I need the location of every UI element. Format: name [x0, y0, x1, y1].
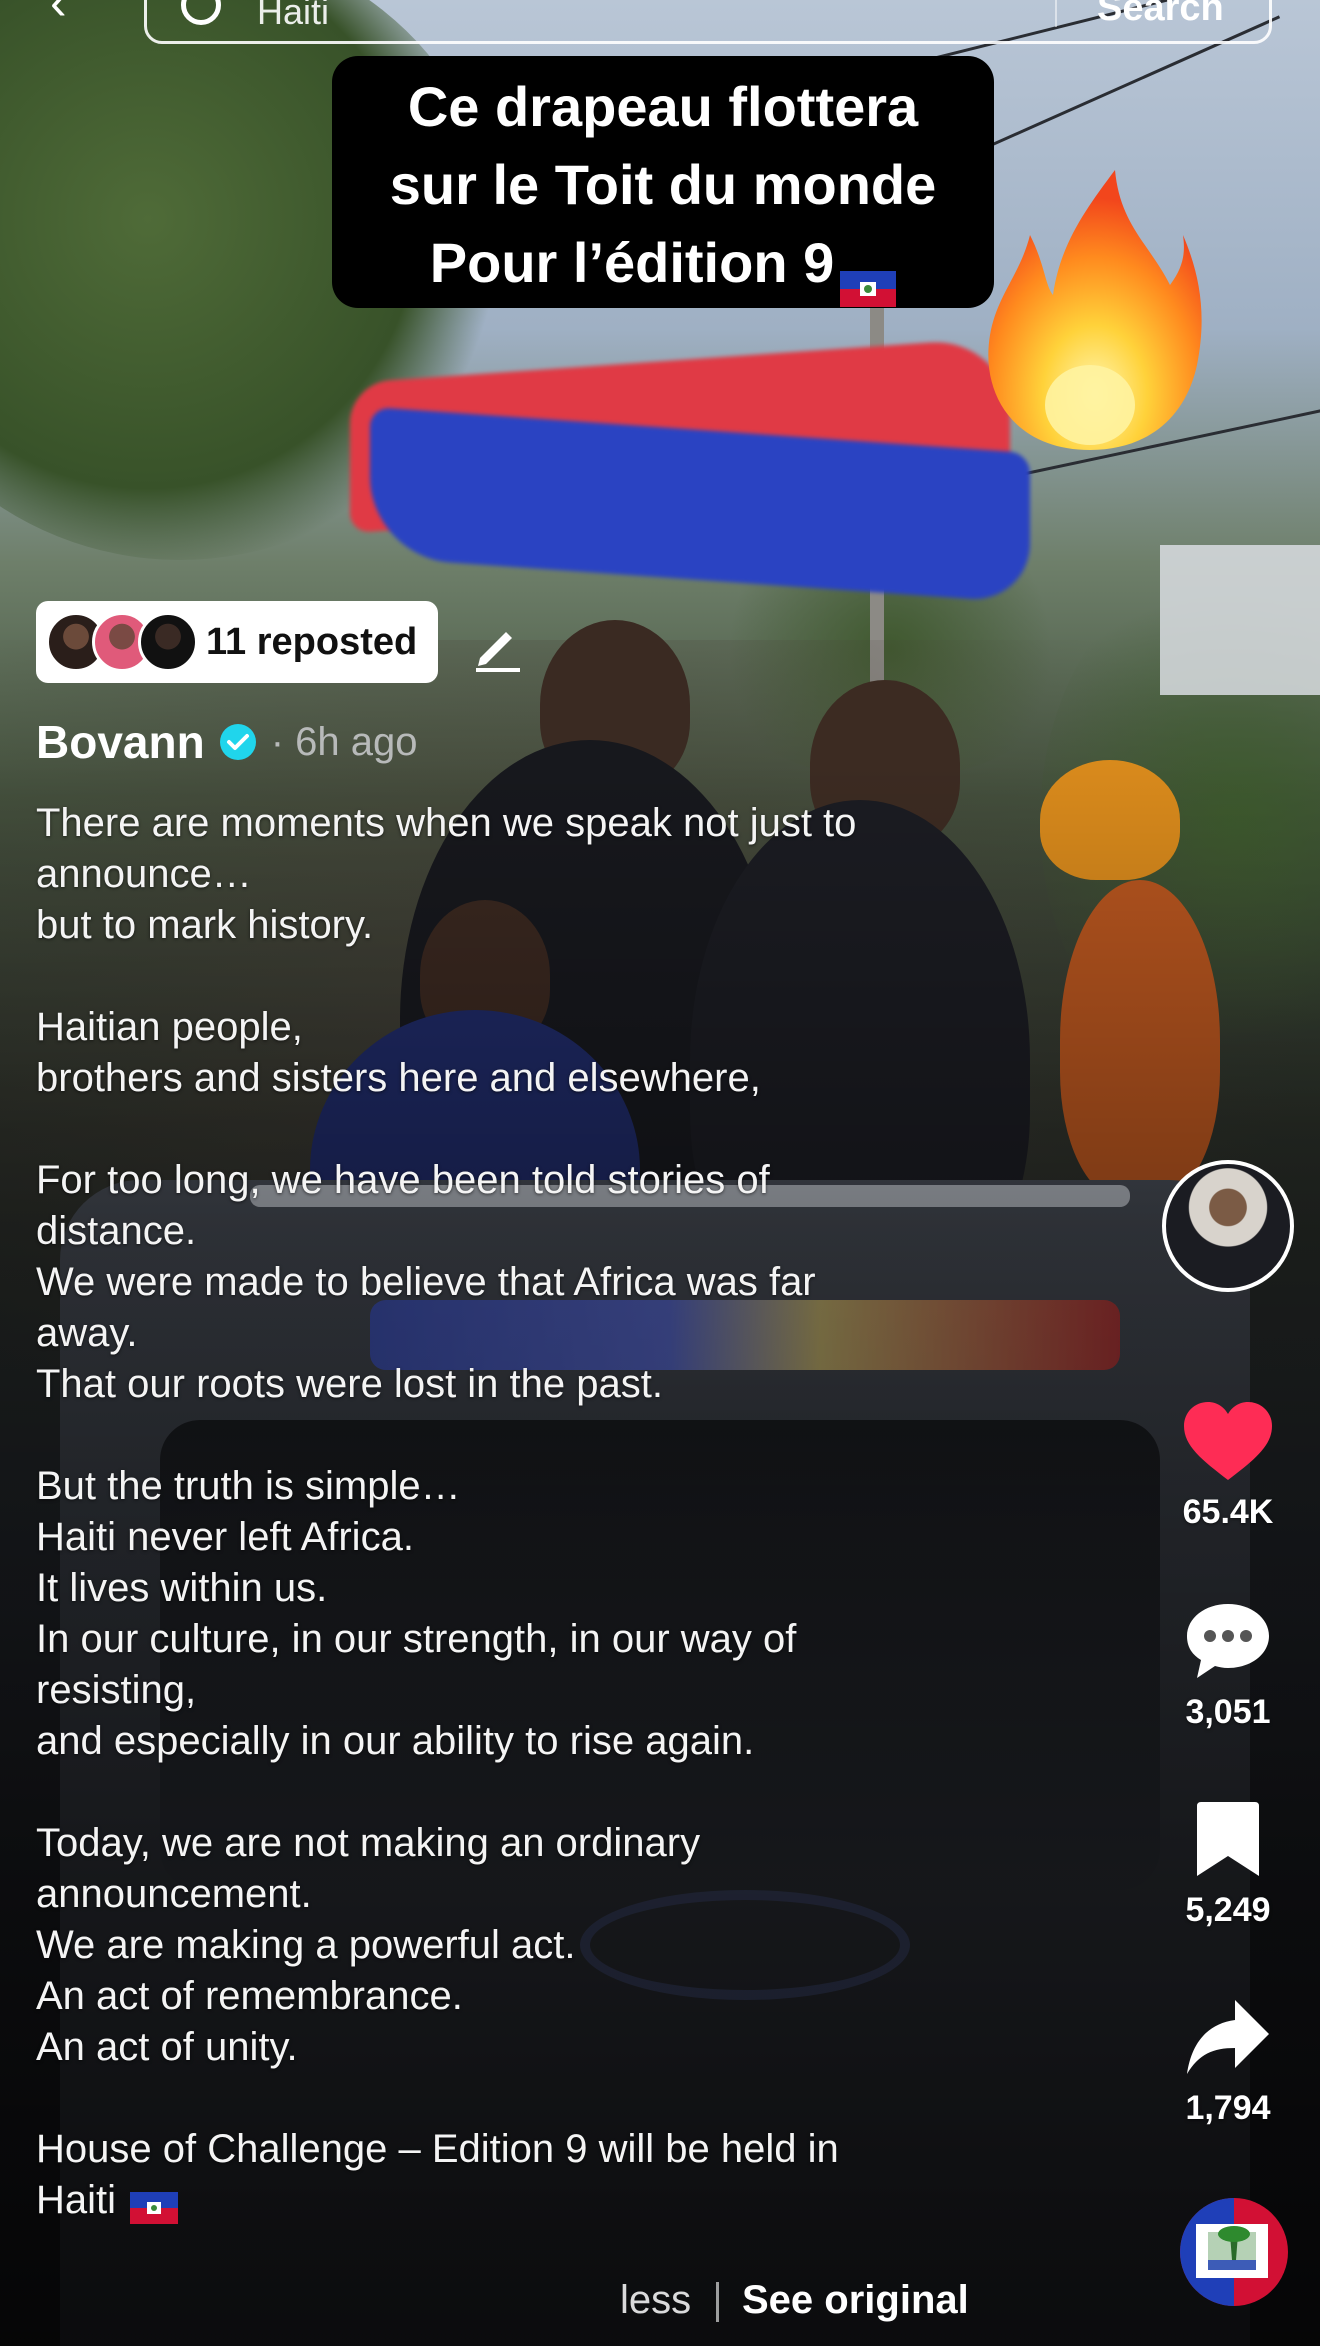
search-bar[interactable]: Haiti Search — [144, 0, 1272, 44]
description-line: Haitian people, — [36, 1002, 1136, 1053]
caption-line: sur le Toit du monde — [389, 153, 937, 216]
search-button[interactable]: Search — [1097, 0, 1224, 30]
description-line-text: For too long, we have been told stories … — [36, 1158, 770, 1202]
description-line-text: Today, we are not making an ordinary — [36, 1821, 701, 1865]
description-line-text: Haitian people, — [36, 1005, 303, 1049]
caption-line: Ce drapeau flottera — [407, 75, 919, 138]
description-line-text: announce… — [36, 852, 252, 896]
heart-icon — [1184, 1402, 1272, 1480]
repost-chip[interactable]: 11 reposted — [36, 601, 438, 683]
description-line-text: In our culture, in our strength, in our … — [36, 1617, 797, 1661]
like-count: 65.4K — [1182, 1493, 1274, 1531]
description-line: It lives within us. — [36, 1563, 1136, 1614]
description-line-text: away. — [36, 1311, 138, 1355]
description-line: An act of unity. — [36, 2022, 1136, 2073]
description-line: For too long, we have been told stories … — [36, 1155, 1136, 1206]
author-name[interactable]: Bovann — [36, 715, 205, 769]
author-line: Bovann · 6h ago — [36, 712, 417, 772]
bookmark-icon — [1197, 1802, 1259, 1876]
description-line-text: An act of unity. — [36, 2025, 298, 2069]
description-line: That our roots were lost in the past. — [36, 1359, 1136, 1410]
description-line: announcement. — [36, 1869, 1136, 1920]
toggle-divider — [716, 2282, 719, 2322]
description-line: resisting, — [36, 1665, 1136, 1716]
search-query[interactable]: Haiti — [257, 0, 329, 33]
description-line: Haiti never left Africa. — [36, 1512, 1136, 1563]
comment-button[interactable]: 3,051 — [1160, 1600, 1296, 1732]
creator-avatar[interactable] — [1162, 1160, 1294, 1292]
caption-line-with-flag: Pour l’édition 9 — [332, 224, 994, 308]
bookmark-count: 5,249 — [1185, 1891, 1271, 1929]
back-arrow-icon[interactable]: ‹ — [50, 0, 90, 27]
description-line: An act of remembrance. — [36, 1971, 1136, 2022]
description-line-text: House of Challenge – Edition 9 will be h… — [36, 2127, 839, 2171]
post-description: There are moments when we speak not just… — [36, 798, 1136, 2226]
caption-sticker: Ce drapeau flottera sur le Toit du monde… — [332, 56, 994, 308]
description-line-text: distance. — [36, 1209, 197, 1253]
like-button[interactable]: 65.4K — [1160, 1400, 1296, 1532]
description-line-text: resisting, — [36, 1668, 197, 1712]
less-toggle[interactable]: less — [620, 2278, 691, 2323]
sound-disc-icon[interactable] — [1178, 2196, 1290, 2308]
description-line: We were made to believe that Africa was … — [36, 1257, 1136, 1308]
search-icon — [181, 0, 221, 25]
share-count: 1,794 — [1185, 2089, 1271, 2127]
description-line-text: An act of remembrance. — [36, 1974, 463, 2018]
description-line: There are moments when we speak not just… — [36, 798, 1136, 849]
comment-count: 3,051 — [1185, 1693, 1271, 1731]
see-original-button[interactable]: See original — [742, 2278, 969, 2323]
description-line: brothers and sisters here and elsewhere, — [36, 1053, 1136, 1104]
description-line-text: Haiti never left Africa. — [36, 1515, 414, 1559]
comment-icon — [1187, 1604, 1269, 1678]
share-icon — [1187, 2000, 1269, 2074]
haiti-flag-icon — [840, 249, 897, 308]
description-line-text: There are moments when we speak not just… — [36, 801, 857, 845]
description-line-text: It lives within us. — [36, 1566, 328, 1610]
description-line-text: brothers and sisters here and elsewhere, — [36, 1056, 761, 1100]
description-line: announce… — [36, 849, 1136, 900]
description-line: but to mark history. — [36, 900, 1136, 951]
description-line: In our culture, in our strength, in our … — [36, 1614, 1136, 1665]
description-line: We are making a powerful act. — [36, 1920, 1136, 1971]
repost-label: 11 reposted — [206, 621, 418, 663]
description-line-text: That our roots were lost in the past. — [36, 1362, 663, 1406]
description-line-text: But the truth is simple… — [36, 1464, 461, 1508]
description-line-text: but to mark history. — [36, 903, 374, 947]
description-line: House of Challenge – Edition 9 will be h… — [36, 2124, 1136, 2175]
description-line: away. — [36, 1308, 1136, 1359]
description-line: But the truth is simple… — [36, 1461, 1136, 1512]
post-time: · 6h ago — [270, 719, 418, 764]
caption-line: Pour l’édition 9 — [429, 231, 835, 294]
share-button[interactable]: 1,794 — [1160, 1996, 1296, 2128]
verified-badge-icon — [219, 724, 256, 760]
description-line-text: We were made to believe that Africa was … — [36, 1260, 816, 1304]
search-divider — [1055, 0, 1057, 27]
description-line: Haiti — [36, 2175, 1136, 2226]
description-line-text: and especially in our ability to rise ag… — [36, 1719, 755, 1763]
description-line: and especially in our ability to rise ag… — [36, 1716, 1136, 1767]
description-line-text: announcement. — [36, 1872, 312, 1916]
description-line: Today, we are not making an ordinary — [36, 1818, 1136, 1869]
description-line-text: We are making a powerful act. — [36, 1923, 576, 1967]
avatar — [138, 612, 198, 672]
description-line: distance. — [36, 1206, 1136, 1257]
edit-pencil-icon[interactable] — [466, 612, 530, 676]
bookmark-button[interactable]: 5,249 — [1160, 1798, 1296, 1930]
fire-emoji-icon — [988, 170, 1202, 450]
description-line-text: Haiti — [36, 2178, 117, 2222]
haiti-flag-icon — [130, 2186, 179, 2225]
